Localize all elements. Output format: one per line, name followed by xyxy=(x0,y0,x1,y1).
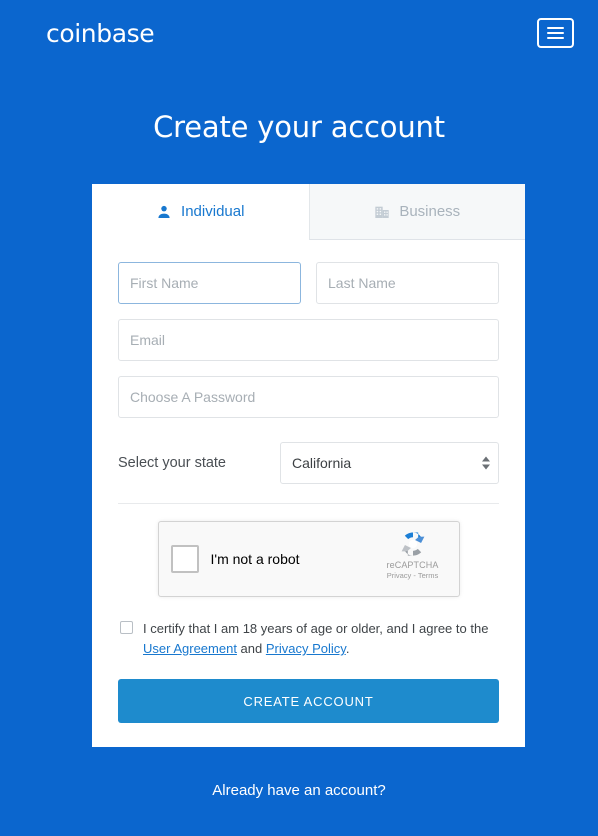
create-account-button[interactable]: CREATE ACCOUNT xyxy=(118,679,499,723)
recaptcha-zone: I'm not a robot reCAPTCHA Privacy - Term… xyxy=(118,504,499,597)
signup-card: Individual Business First Name Last Name… xyxy=(92,184,525,747)
account-type-tabs: Individual Business xyxy=(92,184,525,240)
recaptcha-widget[interactable]: I'm not a robot reCAPTCHA Privacy - Term… xyxy=(157,521,460,597)
recaptcha-terms[interactable]: Privacy - Terms xyxy=(377,571,449,580)
recaptcha-label: I'm not a robot xyxy=(210,551,300,567)
hamburger-menu-button[interactable] xyxy=(537,18,574,48)
last-name-input[interactable] xyxy=(316,262,499,304)
certify-text-before: I certify that I am 18 years of age or o… xyxy=(143,621,489,636)
tab-individual[interactable]: Individual xyxy=(92,184,309,240)
certify-text: I certify that I am 18 years of age or o… xyxy=(143,619,497,659)
coinbase-logo[interactable]: coinbase xyxy=(46,20,155,48)
privacy-policy-link[interactable]: Privacy Policy xyxy=(266,641,346,656)
state-select[interactable]: California xyxy=(280,442,499,484)
first-name-input[interactable] xyxy=(118,262,301,304)
hamburger-menu-icon xyxy=(547,37,564,39)
user-agreement-link[interactable]: User Agreement xyxy=(143,641,237,656)
state-select-wrap: California xyxy=(280,442,499,484)
recaptcha-brand-name: reCAPTCHA xyxy=(386,560,439,570)
recaptcha-checkbox[interactable] xyxy=(170,545,199,573)
person-icon xyxy=(156,204,172,220)
certify-text-middle: and xyxy=(236,641,266,656)
page-title: Create your account xyxy=(153,110,445,144)
building-icon xyxy=(374,204,390,220)
recaptcha-logo-icon xyxy=(401,532,424,556)
signup-form: Select your state California I'm not a r… xyxy=(92,240,525,723)
certify-row: I certify that I am 18 years of age or o… xyxy=(118,619,499,659)
hamburger-menu-icon xyxy=(547,27,564,29)
tab-individual-label: Individual xyxy=(181,203,245,220)
password-input[interactable] xyxy=(118,376,499,418)
tab-business-label: Business xyxy=(399,203,461,220)
footer: Already have an account? xyxy=(0,782,598,800)
state-row: Select your state California xyxy=(118,442,499,484)
state-select-value: California xyxy=(292,455,352,471)
hamburger-menu-icon xyxy=(547,32,564,34)
email-input[interactable] xyxy=(118,319,499,361)
tab-business[interactable]: Business xyxy=(308,184,525,240)
certify-text-after: . xyxy=(345,641,350,656)
name-row xyxy=(118,262,499,304)
certify-checkbox[interactable] xyxy=(120,621,133,634)
recaptcha-branding: reCAPTCHA Privacy - Terms xyxy=(377,529,449,580)
site-header: coinbase xyxy=(0,0,598,66)
already-have-account-link[interactable]: Already have an account? xyxy=(212,782,385,799)
state-label: Select your state xyxy=(118,455,226,471)
